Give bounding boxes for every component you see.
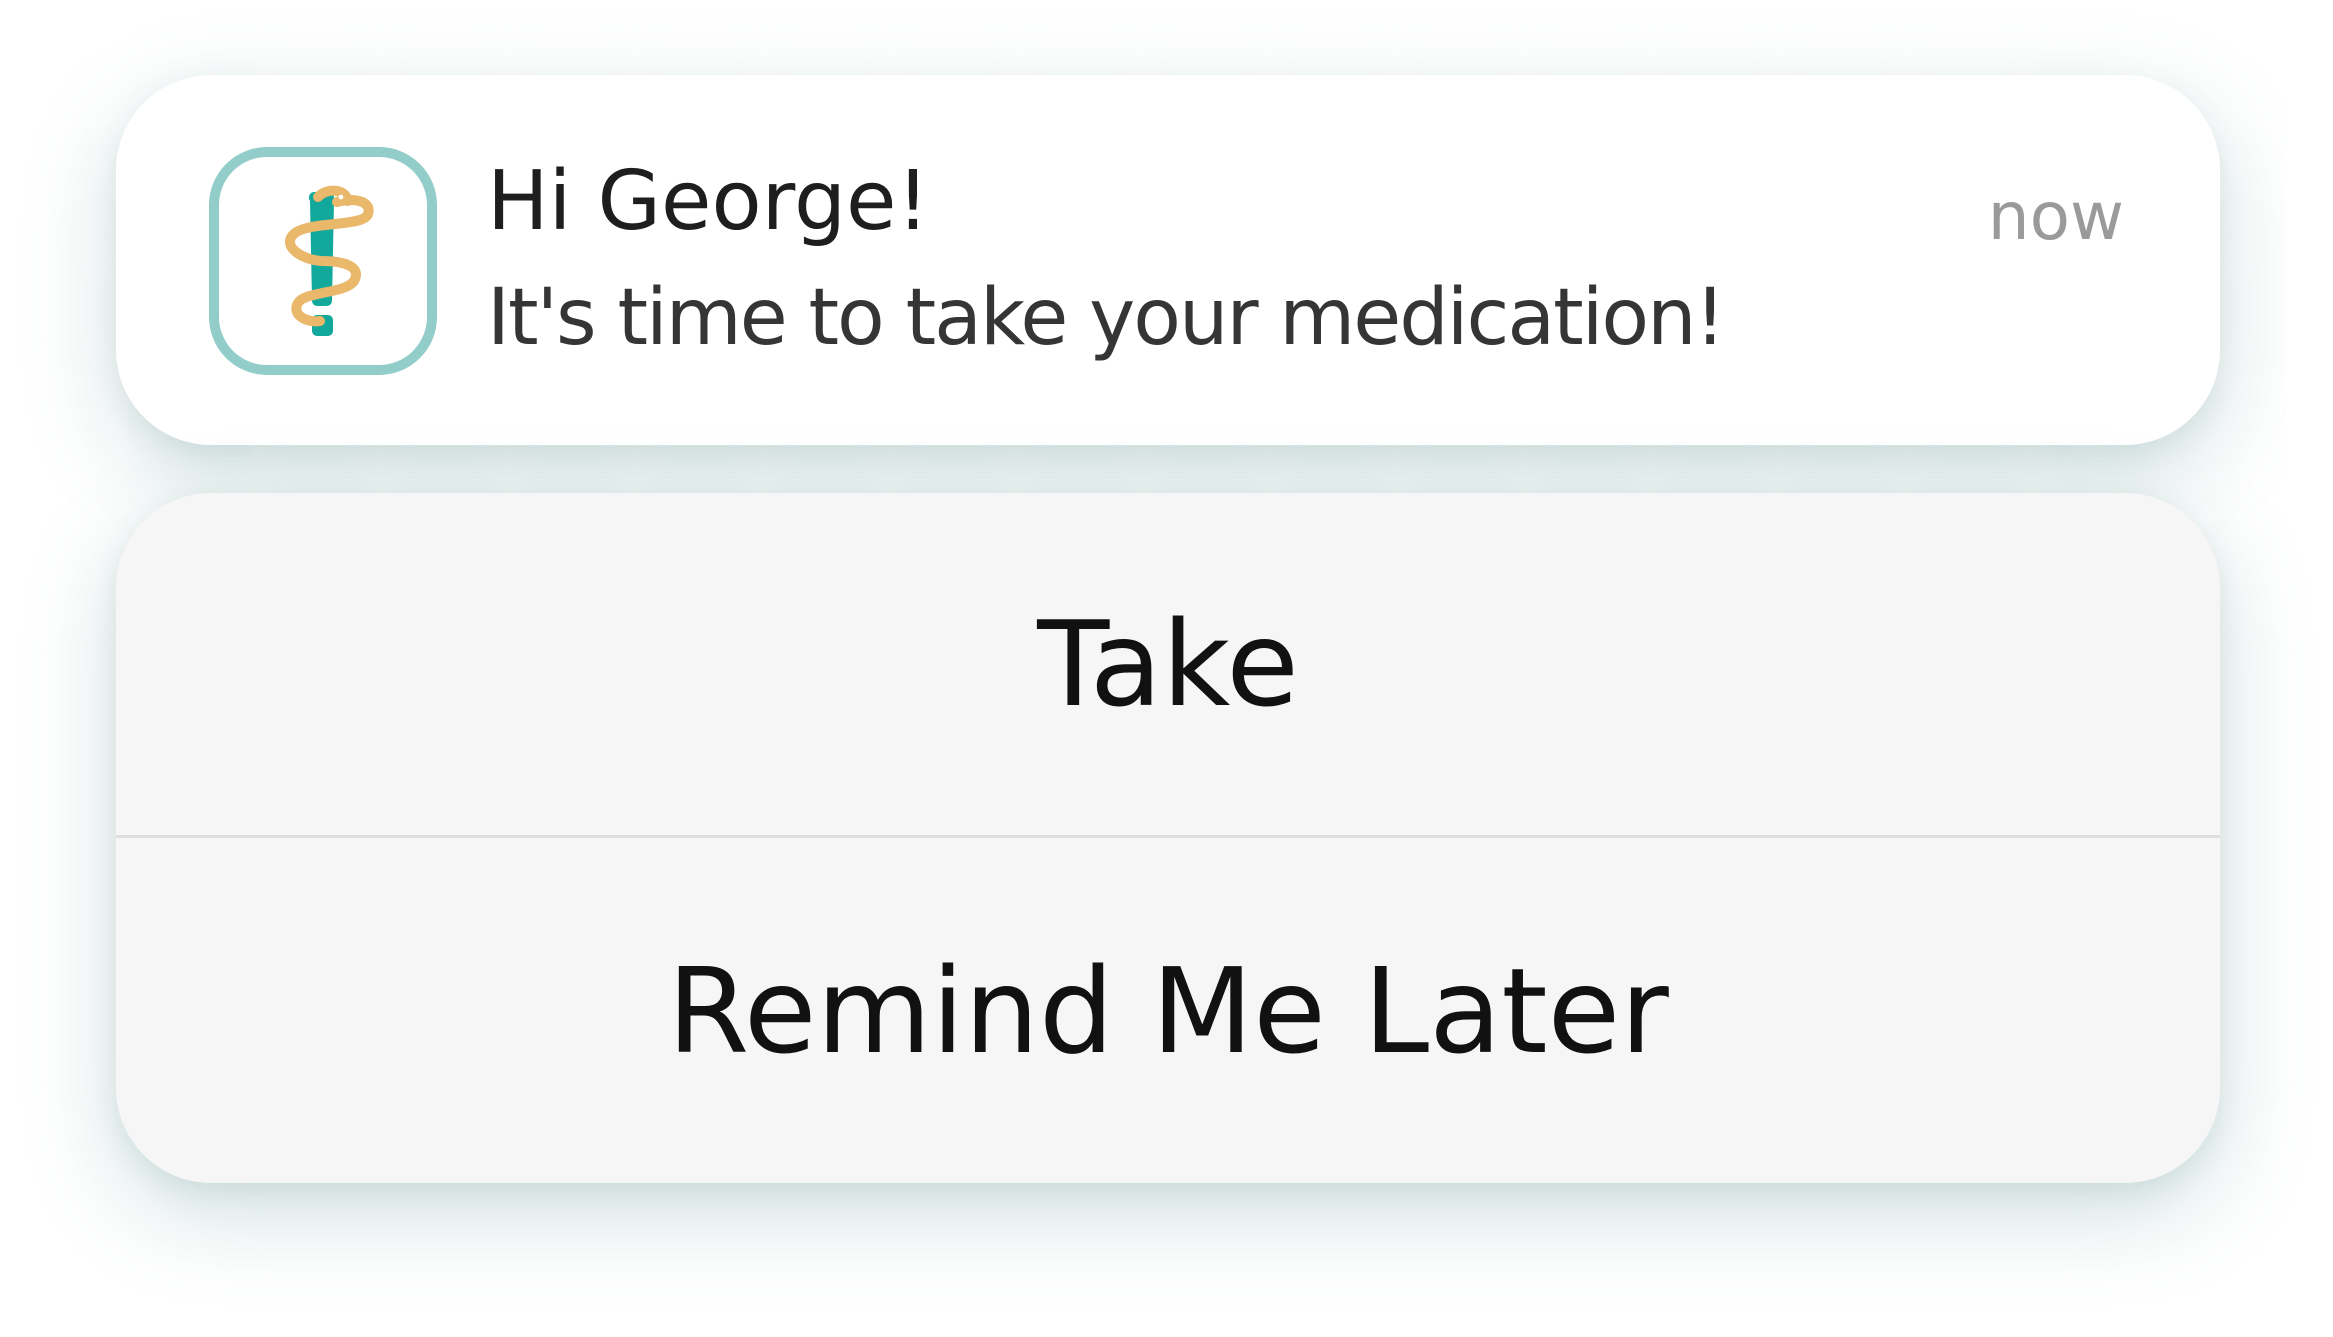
notification-title: Hi George! <box>487 154 930 249</box>
notification-timestamp: now <box>1987 178 2124 255</box>
take-button[interactable]: Take <box>116 493 2220 835</box>
notification-body: It's time to take your medication! <box>487 273 1726 363</box>
notification-actions-panel: Take Remind Me Later <box>116 493 2220 1183</box>
notification-card[interactable]: Hi George! It's time to take your medica… <box>116 75 2220 445</box>
remind-me-later-button[interactable]: Remind Me Later <box>116 838 2220 1183</box>
app-icon <box>209 147 437 375</box>
staff-of-asclepius-exclamation-icon <box>285 185 374 336</box>
